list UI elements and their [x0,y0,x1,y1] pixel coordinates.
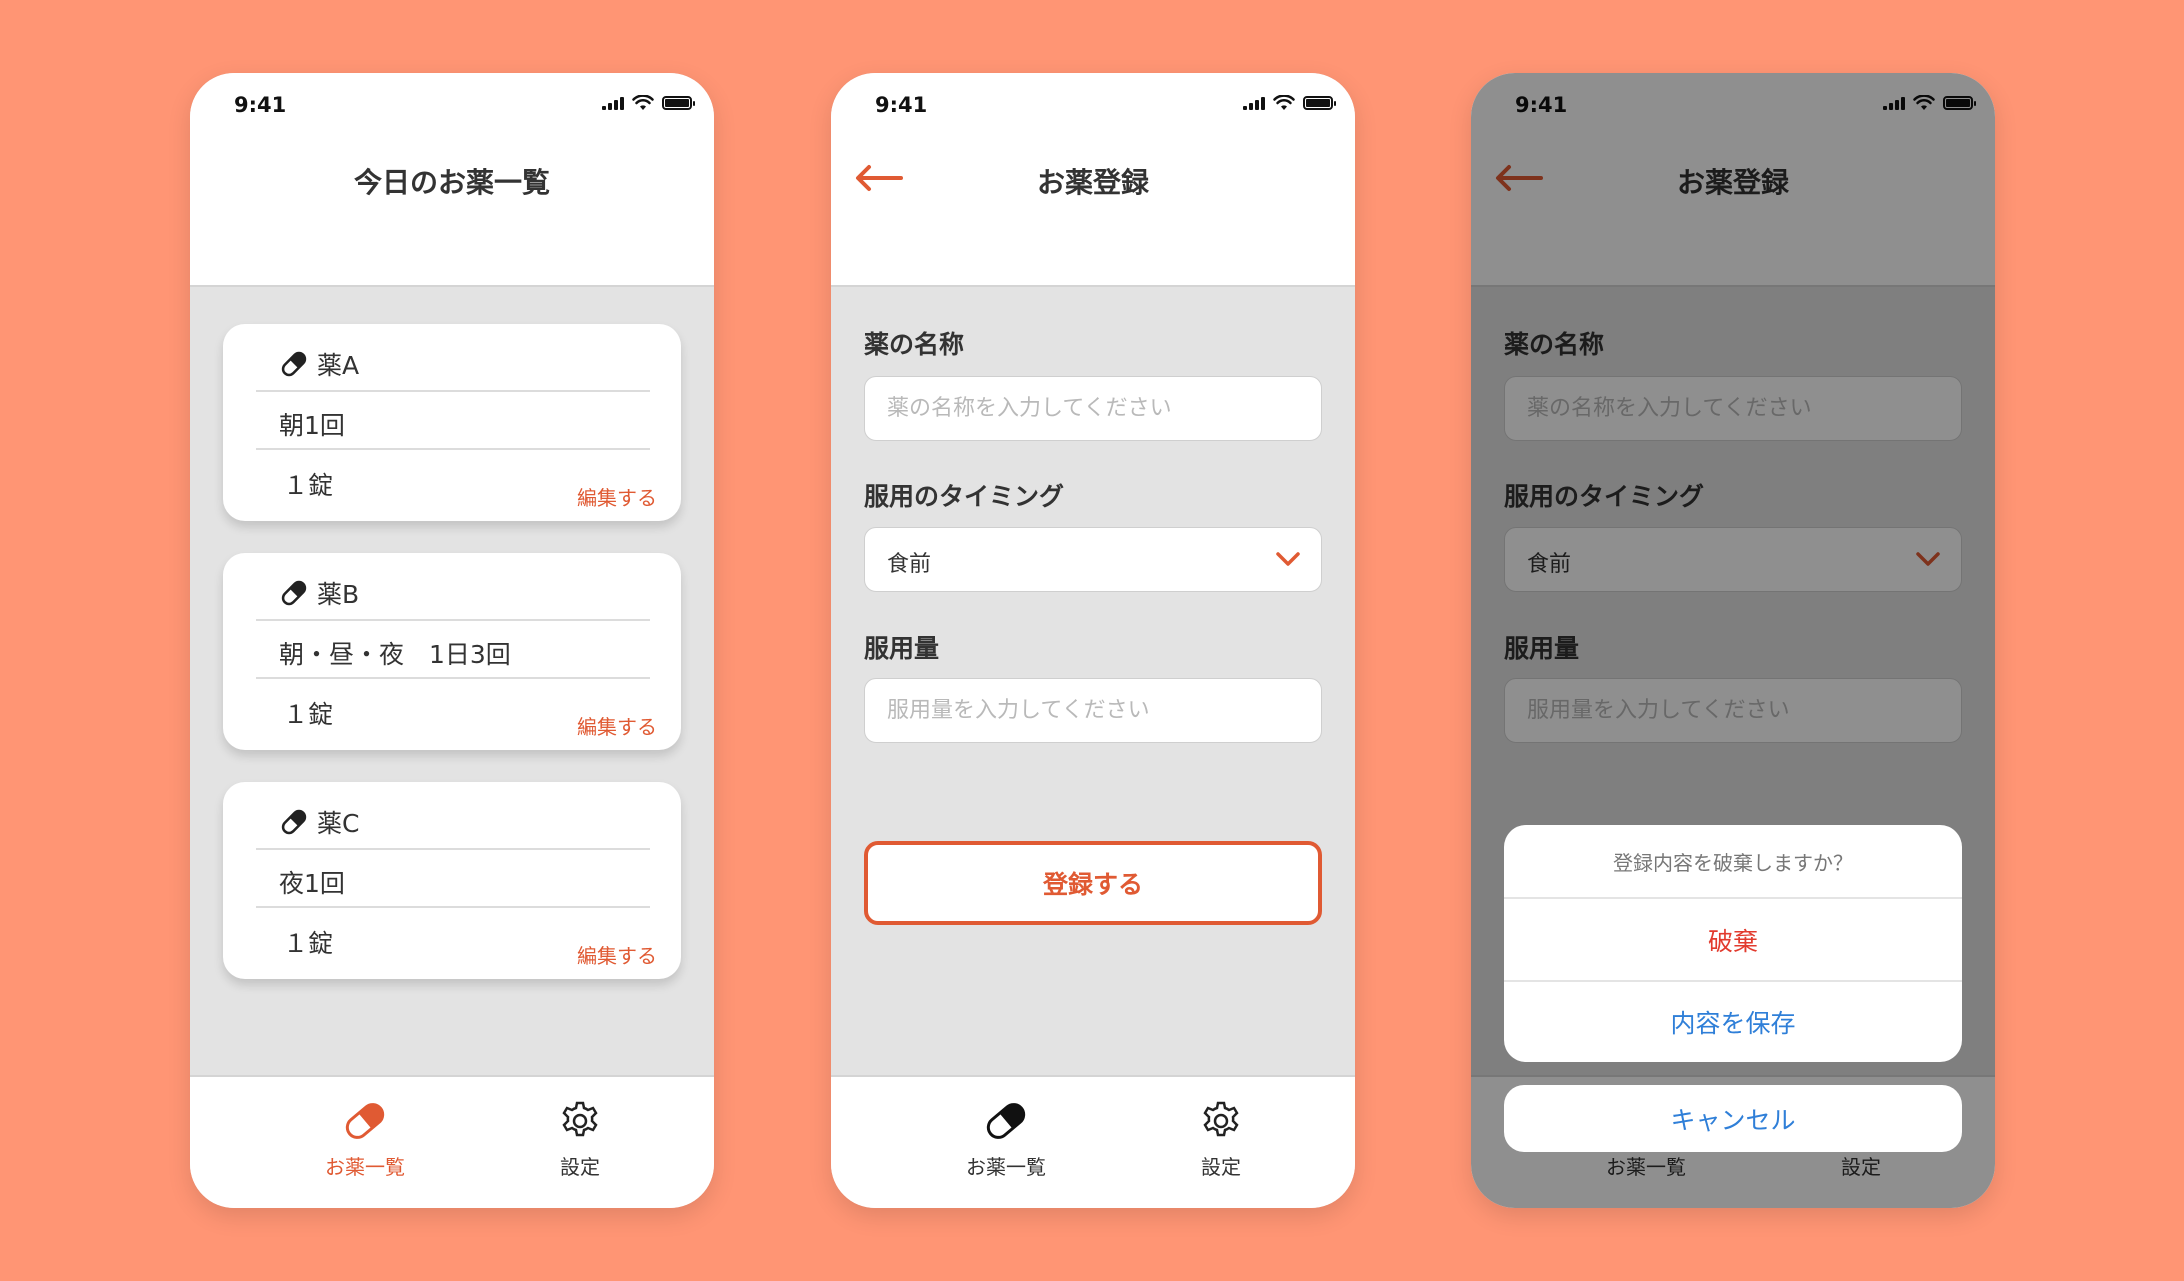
name-label: 薬の名称 [864,330,965,359]
status-bar: 9:41 [190,73,714,143]
phone-medicine-list: 9:41 今日のお薬一覧 薬A 朝1回 １錠 編集する 薬B 朝・昼・夜 1日3… [190,73,714,1208]
page-title: 今日のお薬一覧 [353,166,550,199]
medicine-name-input[interactable] [864,376,1322,441]
medicine-timing: 夜1回 [279,869,345,898]
medicine-card[interactable]: 薬B 朝・昼・夜 1日3回 １錠 編集する [223,553,681,750]
gear-icon [1203,1101,1239,1137]
pill-icon [281,351,307,377]
medicine-timing: 朝1回 [279,411,345,440]
cellular-signal-icon [1243,96,1265,110]
tab-label: 設定 [560,1155,600,1179]
cellular-signal-icon [602,96,624,110]
medicine-card[interactable]: 薬A 朝1回 １錠 編集する [223,324,681,521]
discard-button[interactable]: 破棄 [1504,899,1962,980]
phone-register-discard-dialog: 9:41 お薬登録 薬の名称 服用のタイミング 食前 服用量 登録する お薬一覧… [1471,73,1995,1208]
status-time: 9:41 [234,93,287,117]
page-title: お薬登録 [1036,166,1149,199]
divider [256,619,650,621]
chevron-down-icon [1276,552,1300,566]
tab-bar: お薬一覧 設定 [190,1075,714,1208]
tab-medicine-list[interactable]: お薬一覧 [295,1099,435,1180]
medicine-dose: １錠 [283,471,334,500]
divider [256,906,650,908]
tab-label: お薬一覧 [966,1155,1046,1179]
phone-register: 9:41 お薬登録 薬の名称 服用のタイミング 食前 服用量 登録する お薬一覧… [831,73,1355,1208]
medicine-timing: 朝・昼・夜 1日3回 [279,640,511,669]
divider [256,848,650,850]
medicine-card[interactable]: 薬C 夜1回 １錠 編集する [223,782,681,979]
register-form: 薬の名称 服用のタイミング 食前 服用量 登録する [831,289,1355,1075]
edit-link[interactable]: 編集する [577,711,657,740]
battery-icon [1303,96,1336,110]
timing-value: 食前 [887,552,932,577]
tab-bar: お薬一覧 設定 [831,1075,1355,1208]
pill-icon [281,809,307,835]
timing-label: 服用のタイミング [864,482,1065,511]
edit-link[interactable]: 編集する [577,940,657,969]
pill-icon [281,580,307,606]
wifi-icon [632,95,654,110]
medicine-name: 薬C [317,809,360,838]
medicine-list: 薬A 朝1回 １錠 編集する 薬B 朝・昼・夜 1日3回 １錠 編集する 薬C [190,289,714,1075]
wifi-icon [1273,95,1295,110]
tab-label: お薬一覧 [325,1155,405,1179]
action-sheet-title: 登録内容を破棄しますか？ [1504,825,1962,899]
tab-settings[interactable]: 設定 [1151,1099,1291,1180]
medicine-name: 薬B [317,580,360,609]
status-bar: 9:41 [831,73,1355,143]
timing-select[interactable]: 食前 [864,527,1322,592]
status-time: 9:41 [875,93,928,117]
battery-icon [662,96,695,110]
medicine-name: 薬A [317,351,360,380]
divider [256,390,650,392]
divider [256,448,650,450]
divider [256,677,650,679]
dose-input[interactable] [864,678,1322,743]
tab-medicine-list[interactable]: お薬一覧 [936,1099,1076,1180]
gear-icon [562,1101,598,1137]
medicine-dose: １錠 [283,700,334,729]
tab-label: 設定 [1201,1155,1241,1179]
register-button[interactable]: 登録する [864,841,1322,925]
save-content-button[interactable]: 内容を保存 [1504,980,1962,1061]
pill-icon [986,1103,1026,1139]
cancel-button[interactable]: キャンセル [1504,1085,1962,1152]
dose-label: 服用量 [864,634,940,663]
tab-settings[interactable]: 設定 [510,1099,650,1180]
action-sheet: 登録内容を破棄しますか？ 破棄 内容を保存 [1504,825,1962,1062]
medicine-dose: １錠 [283,929,334,958]
pill-icon [345,1103,385,1139]
edit-link[interactable]: 編集する [577,482,657,511]
